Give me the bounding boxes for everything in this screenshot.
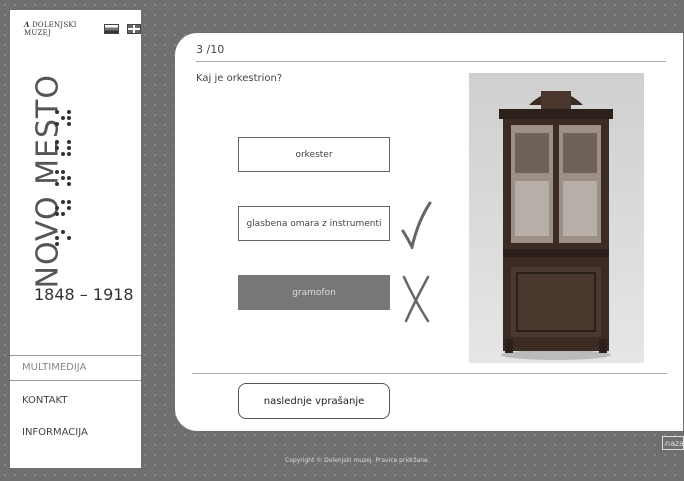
sidebar-menu: MULTIMEDIJA KONTAKT INFORMACIJA	[10, 355, 141, 445]
sidebar-item-multimedija[interactable]: MULTIMEDIJA	[10, 355, 141, 381]
years-label: 1848 – 1918	[34, 285, 134, 304]
flag-uk-icon[interactable]	[126, 23, 141, 34]
orchestrion-image	[469, 73, 644, 363]
question-text: Kaj je orkestrion?	[196, 73, 283, 84]
answer-option-3[interactable]: gramofon	[238, 275, 390, 310]
flag-si-icon[interactable]	[104, 23, 119, 34]
back-button[interactable]: nazaj	[662, 436, 684, 450]
sidebar-item-kontakt[interactable]: KONTAKT	[10, 389, 141, 413]
language-bar: Λ DOLENJSKI MUZEJ	[24, 20, 141, 37]
divider-top	[196, 61, 666, 62]
museum-logo[interactable]: Λ DOLENJSKI MUZEJ	[24, 20, 96, 37]
answer-option-2[interactable]: glasbena omara z instrumenti	[238, 206, 390, 241]
copyright-text: Copyright © Dolenjski muzej. Pravice pri…	[285, 457, 430, 464]
check-icon	[401, 201, 432, 249]
braille-decoration	[55, 110, 73, 260]
sidebar-item-informacija[interactable]: INFORMACIJA	[10, 421, 141, 445]
quiz-panel: 3 /10 Kaj je orkestrion? orkester glasbe…	[175, 33, 683, 431]
next-question-button[interactable]: naslednje vprašanje	[238, 383, 390, 419]
answer-option-1[interactable]: orkester	[238, 137, 390, 172]
question-counter: 3 /10	[196, 43, 225, 56]
sidebar: Λ DOLENJSKI MUZEJ NOVO MESTO 1848 – 1918…	[10, 10, 141, 468]
cross-icon	[402, 275, 430, 323]
museum-logo-text: DOLENJSKI MUZEJ	[24, 21, 77, 37]
divider-bottom	[192, 373, 667, 374]
